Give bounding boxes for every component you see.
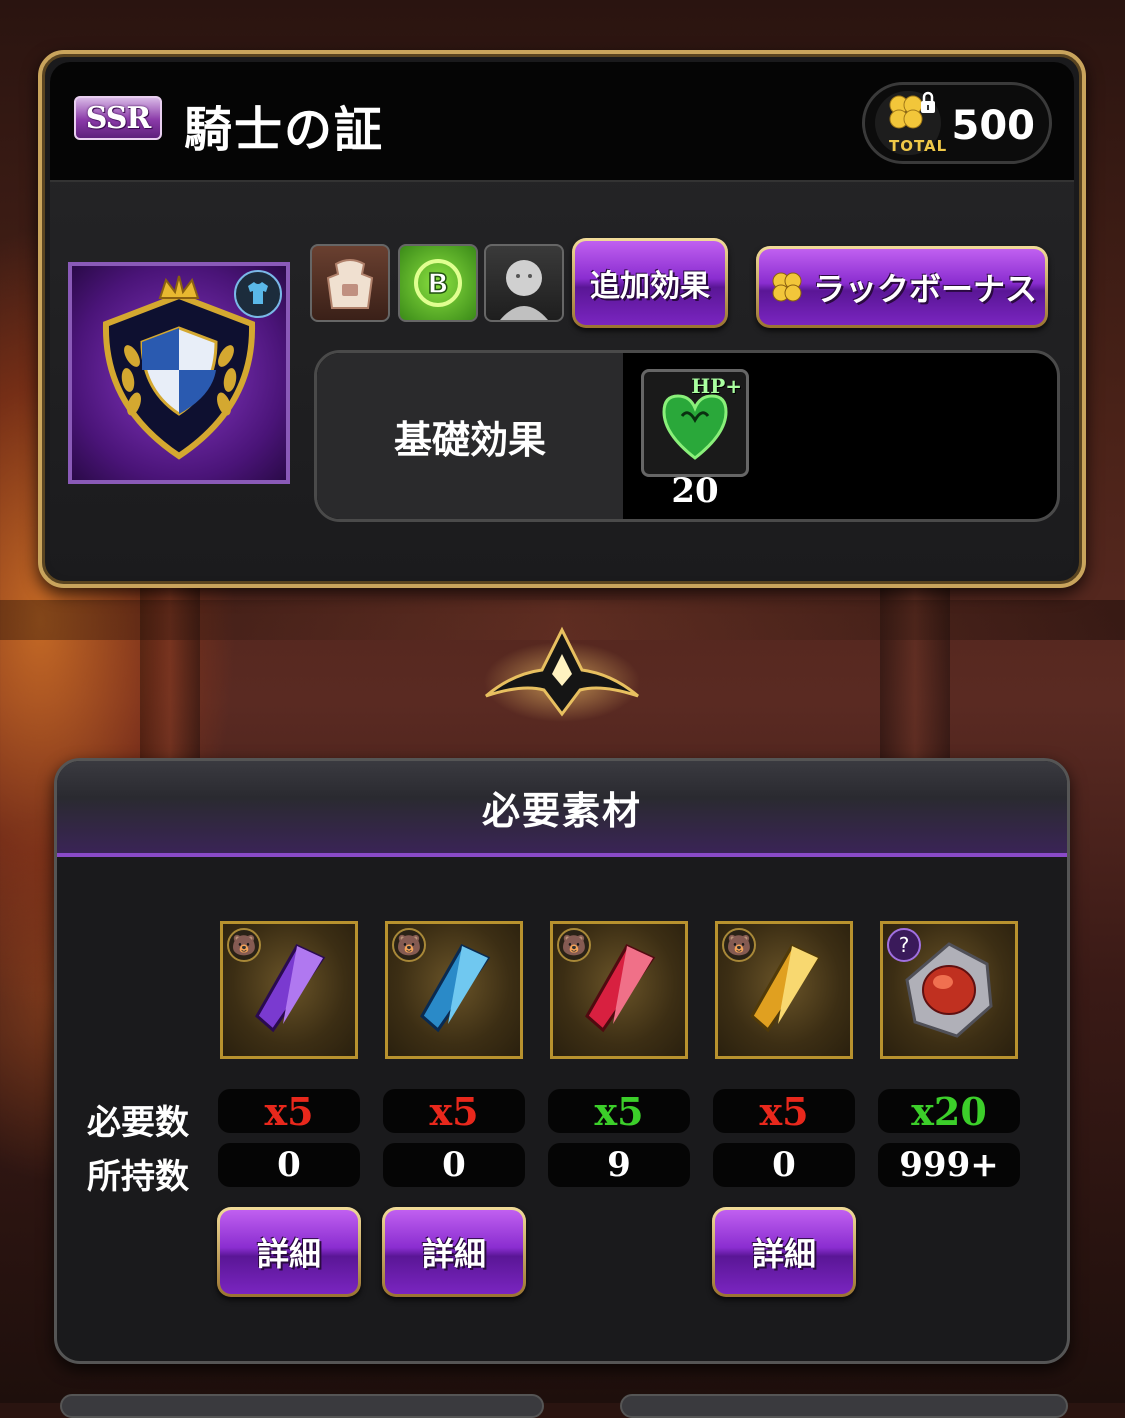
item-icon[interactable] (68, 262, 290, 484)
owned-count: 0 (713, 1143, 855, 1187)
materials-title: 必要素材 (57, 761, 1067, 857)
hp-heart-icon[interactable]: HP+ (641, 369, 749, 477)
owned-count: 999+ (878, 1143, 1020, 1187)
materials-panel: 必要素材 🐻 🐻 🐻 🐻 ? 必要数 所持数 x5 x5 x5 x5 x20 0… (54, 758, 1070, 1364)
costume-icon (234, 270, 282, 318)
svg-text:B: B (427, 267, 448, 300)
b-rotation-icon[interactable]: B (398, 244, 478, 322)
required-count: x5 (218, 1089, 360, 1134)
detail-button[interactable]: 詳細 (217, 1207, 361, 1297)
item-panel: SSR 騎士の証 TOTAL 500 B 追加効果 ラックボーナス 基礎効果 H… (38, 50, 1086, 588)
rarity-badge: SSR (74, 96, 162, 140)
required-count-label: 必要数 (87, 1103, 189, 1143)
hp-plus-label: HP+ (691, 374, 742, 398)
item-header: SSR 騎士の証 TOTAL 500 (50, 62, 1074, 182)
apron-icon[interactable] (310, 244, 390, 322)
total-luck: TOTAL 500 (862, 82, 1052, 164)
required-count: x5 (548, 1089, 690, 1134)
base-effect-value: 20 (671, 471, 719, 511)
owned-count: 9 (548, 1143, 690, 1187)
total-value: 500 (951, 103, 1036, 149)
base-effect-label: 基礎効果 (317, 353, 623, 519)
bear-mark-icon: 🐻 (557, 928, 591, 962)
blue-crystal-icon[interactable]: 🐻 (385, 921, 523, 1059)
clover-lock-icon: TOTAL (875, 91, 946, 155)
bear-mark-icon: 🐻 (392, 928, 426, 962)
clover-icon (772, 272, 802, 302)
yellow-crystal-icon[interactable]: 🐻 (715, 921, 853, 1059)
question-mark-icon: ? (887, 928, 921, 962)
owned-count-label: 所持数 (87, 1157, 189, 1197)
required-count: x5 (383, 1089, 525, 1134)
luck-bonus-button[interactable]: ラックボーナス (756, 246, 1048, 328)
bear-mark-icon: 🐻 (227, 928, 261, 962)
required-count: x20 (878, 1089, 1020, 1134)
detail-button[interactable]: 詳細 (382, 1207, 526, 1297)
red-gem-icon[interactable]: ? (880, 921, 1018, 1059)
character-silhouette-icon[interactable] (484, 244, 564, 322)
base-effect-box: 基礎効果 HP+ 20 (314, 350, 1060, 522)
total-label: TOTAL (889, 137, 948, 155)
next-panel-edge (60, 1394, 544, 1418)
purple-crystal-icon[interactable]: 🐻 (220, 921, 358, 1059)
required-count: x5 (713, 1089, 855, 1134)
red-crystal-icon[interactable]: 🐻 (550, 921, 688, 1059)
upgrade-arrow-icon (482, 624, 642, 724)
owned-count: 0 (383, 1143, 525, 1187)
owned-count: 0 (218, 1143, 360, 1187)
item-name: 騎士の証 (184, 102, 385, 158)
detail-button[interactable]: 詳細 (712, 1207, 856, 1297)
additional-effect-button[interactable]: 追加効果 (572, 238, 728, 328)
luck-bonus-label: ラックボーナス (812, 270, 1037, 308)
bear-mark-icon: 🐻 (722, 928, 756, 962)
next-panel-edge (620, 1394, 1068, 1418)
